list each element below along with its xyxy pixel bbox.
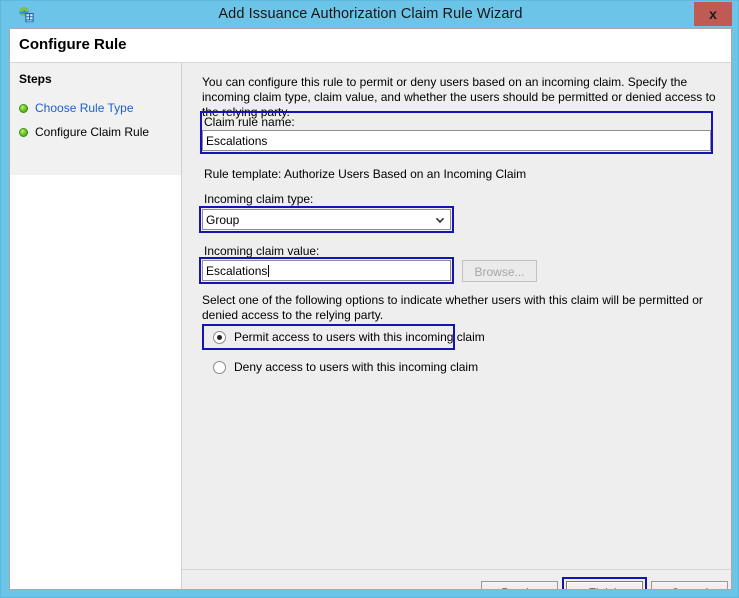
page-title: Configure Rule xyxy=(19,36,127,53)
sidebar-item-choose-rule-type[interactable]: Choose Rule Type xyxy=(19,99,134,117)
incoming-claim-value-input[interactable]: Escalations xyxy=(202,260,451,281)
chevron-down-icon xyxy=(434,214,446,226)
incoming-claim-type-select[interactable]: Group xyxy=(202,209,451,230)
radio-permit-access[interactable]: Permit access to users with this incomin… xyxy=(213,330,485,344)
claim-rule-name-value: Escalations xyxy=(206,133,268,148)
incoming-claim-type-label: Incoming claim type: xyxy=(204,192,314,206)
rule-template-text: Rule template: Authorize Users Based on … xyxy=(204,167,527,181)
steps-pane: Steps Choose Rule Type Configure Claim R… xyxy=(10,63,182,589)
browse-button[interactable]: Browse... xyxy=(462,260,537,282)
access-prompt-text: Select one of the following options to i… xyxy=(202,293,703,322)
radio-permit-access-mark xyxy=(213,330,226,344)
radio-deny-access-mark xyxy=(213,360,226,374)
incoming-claim-type-value: Group xyxy=(206,212,240,227)
header-band: Configure Rule xyxy=(10,29,731,62)
radio-deny-access-label: Deny access to users with this incoming … xyxy=(234,360,479,374)
green-bullet-icon xyxy=(19,103,28,113)
step-label: Configure Claim Rule xyxy=(35,125,150,139)
title-bar: Add Issuance Authorization Claim Rule Wi… xyxy=(1,1,738,28)
step-label: Choose Rule Type xyxy=(35,101,134,115)
incoming-claim-value-label: Incoming claim value: xyxy=(204,244,320,258)
claim-rule-name-input[interactable]: Escalations xyxy=(202,130,711,151)
intro-text: You can configure this rule to permit or… xyxy=(202,75,716,119)
steps-heading: Steps xyxy=(19,72,52,86)
claim-rule-name-label: Claim rule name: xyxy=(204,115,295,129)
green-bullet-icon xyxy=(19,127,28,137)
incoming-claim-value-text: Escalations xyxy=(206,263,268,278)
wizard-window: Add Issuance Authorization Claim Rule Wi… xyxy=(0,0,739,598)
radio-permit-access-label: Permit access to users with this incomin… xyxy=(234,330,485,344)
close-button[interactable]: x xyxy=(694,2,732,26)
radio-deny-access[interactable]: Deny access to users with this incoming … xyxy=(213,360,478,374)
finish-button[interactable]: Finish xyxy=(566,581,643,589)
text-caret xyxy=(268,264,270,277)
client-area: Configure Rule Steps Choose Rule Type Co… xyxy=(9,28,732,590)
previous-button[interactable]: < Previous xyxy=(481,581,558,589)
content-pane: You can configure this rule to permit or… xyxy=(182,63,731,589)
cancel-button[interactable]: Cancel xyxy=(651,581,728,589)
footer-bar xyxy=(182,570,731,589)
window-title: Add Issuance Authorization Claim Rule Wi… xyxy=(218,6,523,22)
sidebar-item-configure-claim-rule[interactable]: Configure Claim Rule xyxy=(19,123,149,141)
